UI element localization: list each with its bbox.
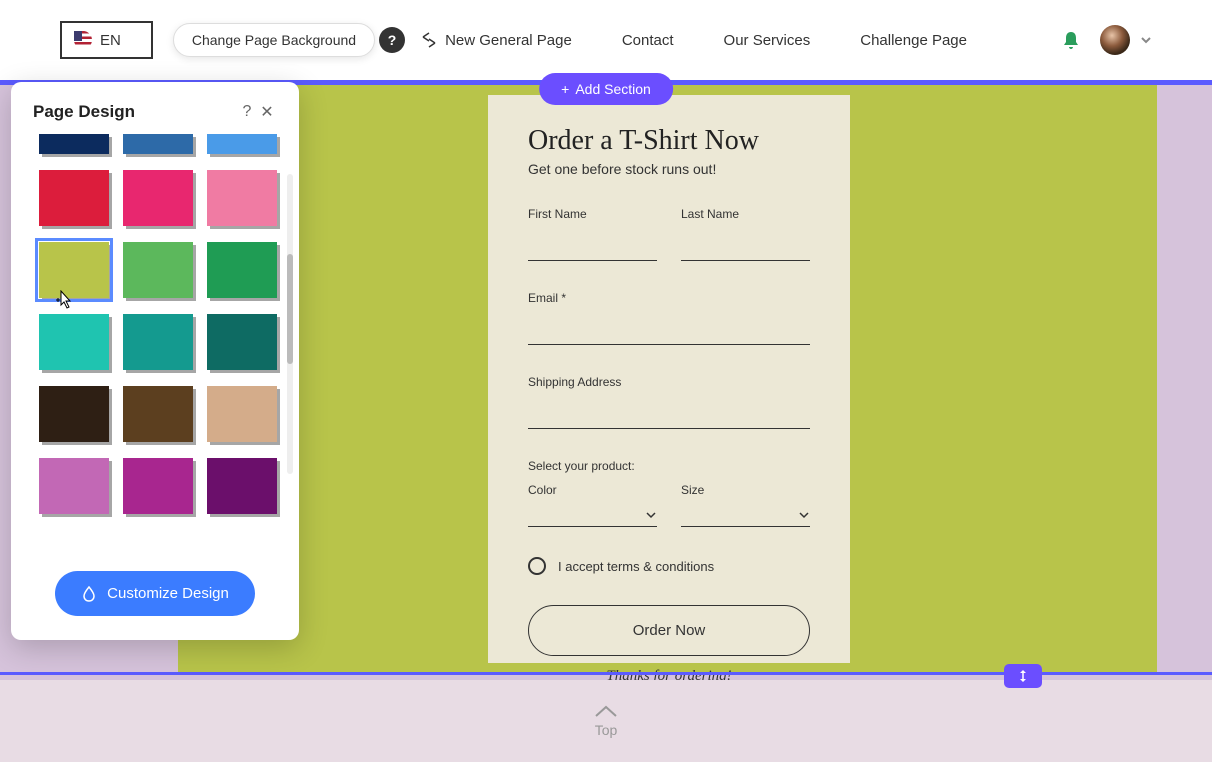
color-select[interactable] bbox=[528, 503, 657, 527]
color-swatch[interactable] bbox=[207, 242, 277, 298]
chevron-down-icon[interactable] bbox=[1140, 34, 1152, 46]
color-swatch[interactable] bbox=[207, 458, 277, 514]
back-to-top-label[interactable]: Top bbox=[595, 722, 618, 738]
chevron-down-icon bbox=[798, 509, 810, 521]
nav-item-label: New General Page bbox=[445, 32, 572, 49]
color-swatch[interactable] bbox=[39, 314, 109, 370]
tooltip-change-background: Change Page Background bbox=[173, 23, 375, 57]
flag-us-icon bbox=[74, 31, 92, 49]
select-product-label: Select your product: bbox=[528, 459, 810, 473]
footer-area: Top bbox=[0, 680, 1212, 762]
color-swatch[interactable] bbox=[123, 242, 193, 298]
nav-contact[interactable]: Contact bbox=[622, 32, 674, 49]
terms-label: I accept terms & conditions bbox=[558, 559, 714, 574]
panel-title: Page Design bbox=[33, 102, 237, 122]
add-section-button[interactable]: + Add Section bbox=[539, 73, 673, 105]
email-label: Email * bbox=[528, 291, 810, 305]
last-name-label: Last Name bbox=[681, 207, 810, 221]
section-resize-handle[interactable] bbox=[1004, 664, 1042, 688]
terms-checkbox[interactable] bbox=[528, 557, 546, 575]
color-swatch[interactable] bbox=[207, 386, 277, 442]
nav-item-label: Our Services bbox=[724, 32, 811, 49]
nav-our-services[interactable]: Our Services bbox=[724, 32, 811, 49]
nav-new-general-page[interactable]: New General Page bbox=[419, 30, 572, 50]
color-swatch[interactable] bbox=[39, 242, 109, 298]
help-icon[interactable]: ? bbox=[379, 27, 405, 53]
color-swatch[interactable] bbox=[207, 134, 277, 154]
color-swatch[interactable] bbox=[123, 386, 193, 442]
order-form-card[interactable]: Order a T-Shirt Now Get one before stock… bbox=[488, 95, 850, 663]
chevron-up-icon[interactable] bbox=[592, 704, 620, 720]
bell-icon[interactable] bbox=[1062, 30, 1080, 50]
nav-item-label: Challenge Page bbox=[860, 32, 967, 49]
first-name-label: First Name bbox=[528, 207, 657, 221]
plus-icon: + bbox=[561, 81, 569, 97]
add-section-label: Add Section bbox=[575, 81, 651, 97]
size-select[interactable] bbox=[681, 503, 810, 527]
color-label: Color bbox=[528, 483, 657, 497]
color-swatch[interactable] bbox=[39, 458, 109, 514]
email-input[interactable] bbox=[528, 323, 810, 345]
language-selector[interactable]: EN bbox=[60, 21, 153, 59]
close-icon[interactable]: ✕ bbox=[257, 102, 277, 122]
droplet-icon bbox=[81, 586, 97, 602]
form-subtitle: Get one before stock runs out! bbox=[528, 161, 810, 177]
color-swatch[interactable] bbox=[207, 170, 277, 226]
size-label: Size bbox=[681, 483, 810, 497]
color-swatch[interactable] bbox=[123, 458, 193, 514]
color-swatches-area bbox=[11, 134, 299, 557]
shipping-input[interactable] bbox=[528, 407, 810, 429]
last-name-input[interactable] bbox=[681, 239, 810, 261]
avatar[interactable] bbox=[1100, 25, 1130, 55]
nav-item-label: Contact bbox=[622, 32, 674, 49]
color-swatch[interactable] bbox=[39, 134, 109, 154]
color-swatch[interactable] bbox=[207, 314, 277, 370]
language-code: EN bbox=[100, 32, 121, 49]
customize-design-button[interactable]: Customize Design bbox=[55, 571, 255, 616]
nav-challenge-page[interactable]: Challenge Page bbox=[860, 32, 967, 49]
order-now-button[interactable]: Order Now bbox=[528, 605, 810, 656]
color-swatch[interactable] bbox=[123, 134, 193, 154]
color-swatch[interactable] bbox=[39, 386, 109, 442]
color-swatch[interactable] bbox=[39, 170, 109, 226]
first-name-input[interactable] bbox=[528, 239, 657, 261]
swap-arrows-icon bbox=[419, 30, 439, 50]
scrollbar-thumb[interactable] bbox=[287, 254, 293, 364]
customize-label: Customize Design bbox=[107, 585, 229, 602]
form-title: Order a T-Shirt Now bbox=[528, 125, 810, 157]
chevron-down-icon bbox=[645, 509, 657, 521]
color-swatch[interactable] bbox=[123, 314, 193, 370]
top-navigation: EN Change Page Background ? New General … bbox=[0, 0, 1212, 82]
page-design-panel: Page Design ? ✕ Customize Design bbox=[11, 82, 299, 640]
color-swatch[interactable] bbox=[123, 170, 193, 226]
panel-help-icon[interactable]: ? bbox=[237, 102, 257, 122]
shipping-label: Shipping Address bbox=[528, 375, 810, 389]
resize-vertical-icon bbox=[1016, 669, 1030, 683]
